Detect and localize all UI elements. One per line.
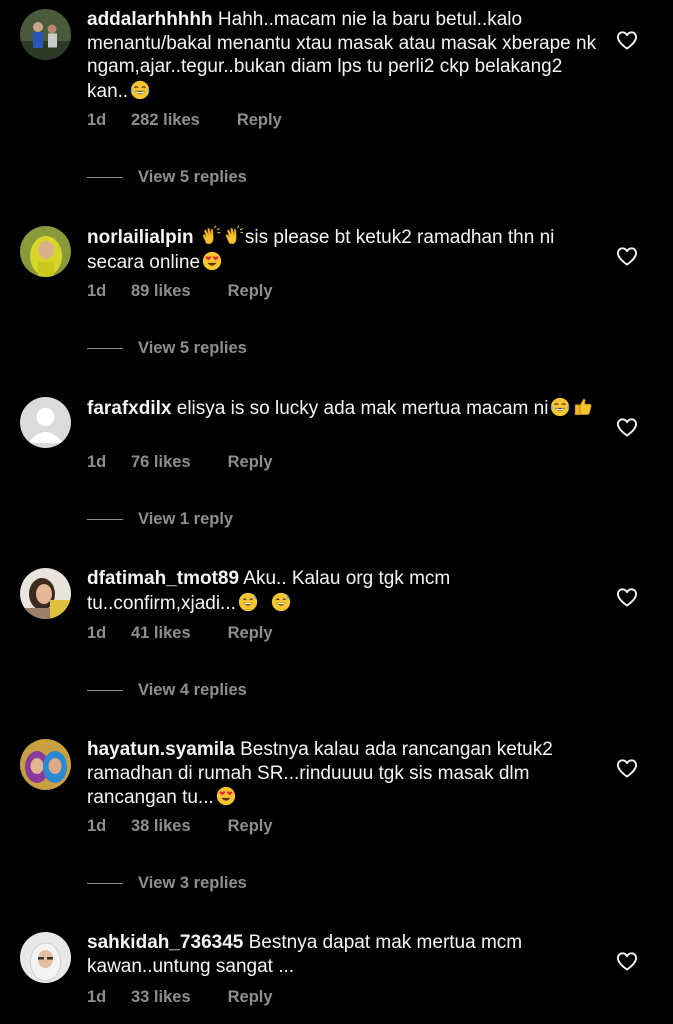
face-with-tears-of-joy-icon: [129, 79, 151, 101]
divider-line: [87, 690, 123, 692]
comment-username[interactable]: dfatimah_tmot89: [87, 568, 239, 589]
avatar[interactable]: [20, 9, 71, 60]
like-heart-icon[interactable]: [615, 756, 639, 780]
comment-meta: 1d 41 likes Reply: [87, 624, 273, 643]
comment-meta: 1d 38 likes Reply: [87, 817, 273, 836]
like-heart-icon[interactable]: [615, 28, 639, 52]
comment-likes[interactable]: 76 likes: [131, 453, 191, 472]
heart-eyes-icon: [201, 250, 223, 272]
avatar[interactable]: [20, 739, 71, 790]
view-replies-button[interactable]: View 4 replies: [87, 681, 247, 700]
view-replies-label[interactable]: View 4 replies: [138, 681, 247, 699]
comment-likes[interactable]: 41 likes: [131, 624, 191, 643]
reply-button[interactable]: Reply: [237, 111, 282, 130]
comment-username[interactable]: farafxdilx: [87, 398, 171, 419]
avatar-default[interactable]: [20, 397, 71, 448]
like-heart-icon[interactable]: [615, 415, 639, 439]
avatar[interactable]: [20, 226, 71, 277]
comment-likes[interactable]: 89 likes: [131, 282, 191, 301]
avatar[interactable]: [20, 568, 71, 619]
view-replies-button[interactable]: View 1 reply: [87, 510, 233, 529]
clapping-hands-icon: [200, 225, 222, 247]
like-heart-icon[interactable]: [615, 949, 639, 973]
comment-age: 1d: [87, 453, 107, 471]
comment-age: 1d: [87, 817, 107, 835]
grinning-sweat-icon: [237, 591, 259, 613]
avatar[interactable]: [20, 932, 71, 983]
comment-username[interactable]: norlailialpin: [87, 227, 194, 248]
face-with-tears-of-joy-icon: [549, 396, 571, 418]
comment-username[interactable]: addalarhhhhh: [87, 9, 213, 30]
divider-line: [87, 177, 123, 179]
reply-button[interactable]: Reply: [228, 453, 273, 472]
view-replies-label[interactable]: View 1 reply: [138, 510, 233, 528]
reply-button[interactable]: Reply: [228, 624, 273, 643]
divider-line: [87, 348, 123, 350]
reply-button[interactable]: Reply: [228, 988, 273, 1007]
comment-meta: 1d 33 likes Reply: [87, 988, 273, 1007]
view-replies-label[interactable]: View 3 replies: [138, 874, 247, 892]
comment-meta: 1d 89 likes Reply: [87, 282, 273, 301]
like-heart-icon[interactable]: [615, 244, 639, 268]
comment-age: 1d: [87, 282, 107, 300]
divider-line: [87, 519, 123, 521]
comment-username[interactable]: hayatun.syamila: [87, 739, 235, 760]
comment-text: elisya is so lucky ada mak mertua macam …: [176, 398, 549, 419]
like-heart-icon[interactable]: [615, 585, 639, 609]
reply-button[interactable]: Reply: [228, 282, 273, 301]
comment-age: 1d: [87, 988, 107, 1006]
reply-button[interactable]: Reply: [228, 817, 273, 836]
clapping-hands-icon: [223, 225, 245, 247]
comment-meta: 1d 282 likes Reply: [87, 111, 282, 130]
view-replies-button[interactable]: View 5 replies: [87, 168, 247, 187]
comment-meta: 1d 76 likes Reply: [87, 453, 273, 472]
comment-age: 1d: [87, 111, 107, 129]
grinning-sweat-icon: [270, 591, 292, 613]
comment-username[interactable]: sahkidah_736345: [87, 932, 243, 953]
comment-likes[interactable]: 33 likes: [131, 988, 191, 1007]
comment-likes[interactable]: 38 likes: [131, 817, 191, 836]
view-replies-label[interactable]: View 5 replies: [138, 339, 247, 357]
heart-eyes-icon: [215, 785, 237, 807]
comment-age: 1d: [87, 624, 107, 642]
thumbs-up-icon: [572, 396, 594, 418]
view-replies-button[interactable]: View 5 replies: [87, 339, 247, 358]
divider-line: [87, 883, 123, 885]
comment-likes[interactable]: 282 likes: [131, 111, 200, 130]
view-replies-label[interactable]: View 5 replies: [138, 168, 247, 186]
view-replies-button[interactable]: View 3 replies: [87, 874, 247, 893]
